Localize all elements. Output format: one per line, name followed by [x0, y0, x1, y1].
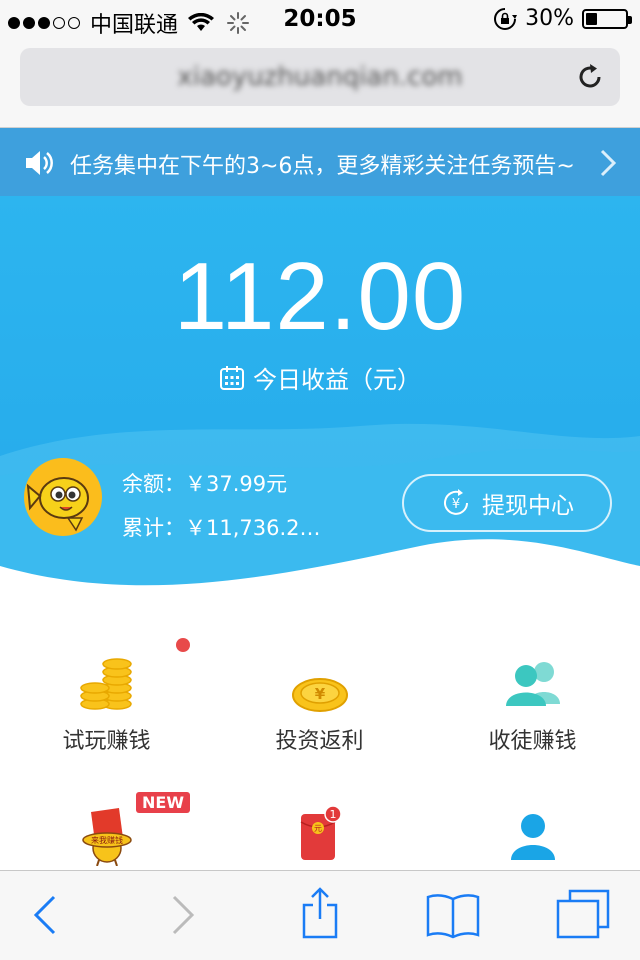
yen-coin-icon: ¥: [291, 678, 348, 712]
mascot-icon-text: 来我赚钱: [91, 835, 123, 845]
url-text[interactable]: xiaoyuzhuanqian.com: [20, 62, 620, 92]
notification-dot: [176, 638, 190, 652]
battery-fill: [586, 12, 598, 25]
calendar-icon: [220, 365, 244, 390]
status-bar: 中国联通 20:05 30%: [0, 0, 640, 40]
svg-text:¥: ¥: [314, 685, 325, 703]
total-earnings-text: 累计：￥11,736.2…: [122, 516, 321, 540]
function-grid: 试玩赚钱 ¥ 投资返利 收徒赚钱 来我赚钱 NEW 元 1: [0, 616, 640, 870]
grid-item-label: 投资返利: [275, 729, 364, 754]
today-earnings-amount: 112.00: [173, 243, 467, 350]
bookmarks-icon[interactable]: [426, 893, 480, 939]
today-earnings-label-row: 今日收益（元）: [0, 360, 640, 395]
battery-percent: 30%: [525, 6, 574, 31]
gold-coins-icon: [79, 658, 132, 710]
red-packet-text: 元: [314, 824, 322, 833]
tabs-icon[interactable]: [556, 889, 610, 939]
mascot-icon: 来我赚钱: [81, 808, 132, 866]
reload-icon[interactable]: [574, 61, 606, 93]
grid-item-investment-rebate[interactable]: ¥ 投资返利: [213, 616, 426, 766]
withdraw-center-label: 提现中心: [482, 493, 574, 519]
share-icon[interactable]: [300, 885, 340, 941]
grid-item-row2-mascot[interactable]: 来我赚钱: [0, 766, 213, 870]
withdraw-center-button[interactable]: ¥ 提现中心: [402, 474, 612, 532]
svg-text:¥: ¥: [452, 497, 460, 512]
chevron-right-icon[interactable]: [598, 148, 618, 178]
grid-item-label: 收徒赚钱: [488, 729, 577, 754]
new-badge: NEW: [136, 792, 190, 813]
red-packet-icon: 元 1: [300, 806, 342, 860]
notice-banner[interactable]: 任务集中在下午的3~6点，更多精彩关注任务预告~: [0, 128, 640, 196]
fish-mascot-icon: [26, 477, 89, 532]
grid-item-recruit-disciples[interactable]: 收徒赚钱: [426, 616, 639, 766]
grid-item-row2-profile[interactable]: [426, 766, 639, 870]
notice-text: 任务集中在下午的3~6点，更多精彩关注任务预告~: [70, 154, 575, 179]
grid-item-row2-red-packet[interactable]: 元 1: [213, 766, 426, 870]
yen-refresh-icon: ¥: [444, 489, 468, 515]
rotation-lock-icon: [494, 7, 518, 30]
back-icon[interactable]: [30, 893, 58, 937]
today-earnings-label: 今日收益（元）: [253, 366, 421, 394]
browser-address-area: xiaoyuzhuanqian.com: [0, 40, 640, 128]
speaker-icon: [26, 151, 53, 175]
battery-tip: [628, 15, 632, 24]
forward-icon[interactable]: [170, 893, 198, 937]
person-icon: [510, 814, 555, 860]
grid-item-label: 试玩赚钱: [62, 729, 151, 754]
battery-icon: [582, 8, 632, 29]
balance-text: 余额：￥37.99元: [122, 472, 288, 496]
users-icon: [505, 662, 560, 706]
status-right: 30%: [493, 6, 632, 31]
earnings-hero: 112.00 今日收益（元） 余额：￥37.99元 累计：￥11,736.2… …: [0, 196, 640, 616]
browser-toolbar: [0, 870, 640, 960]
red-packet-count: 1: [329, 808, 336, 821]
avatar[interactable]: [24, 458, 102, 536]
url-bar[interactable]: xiaoyuzhuanqian.com: [20, 48, 620, 106]
